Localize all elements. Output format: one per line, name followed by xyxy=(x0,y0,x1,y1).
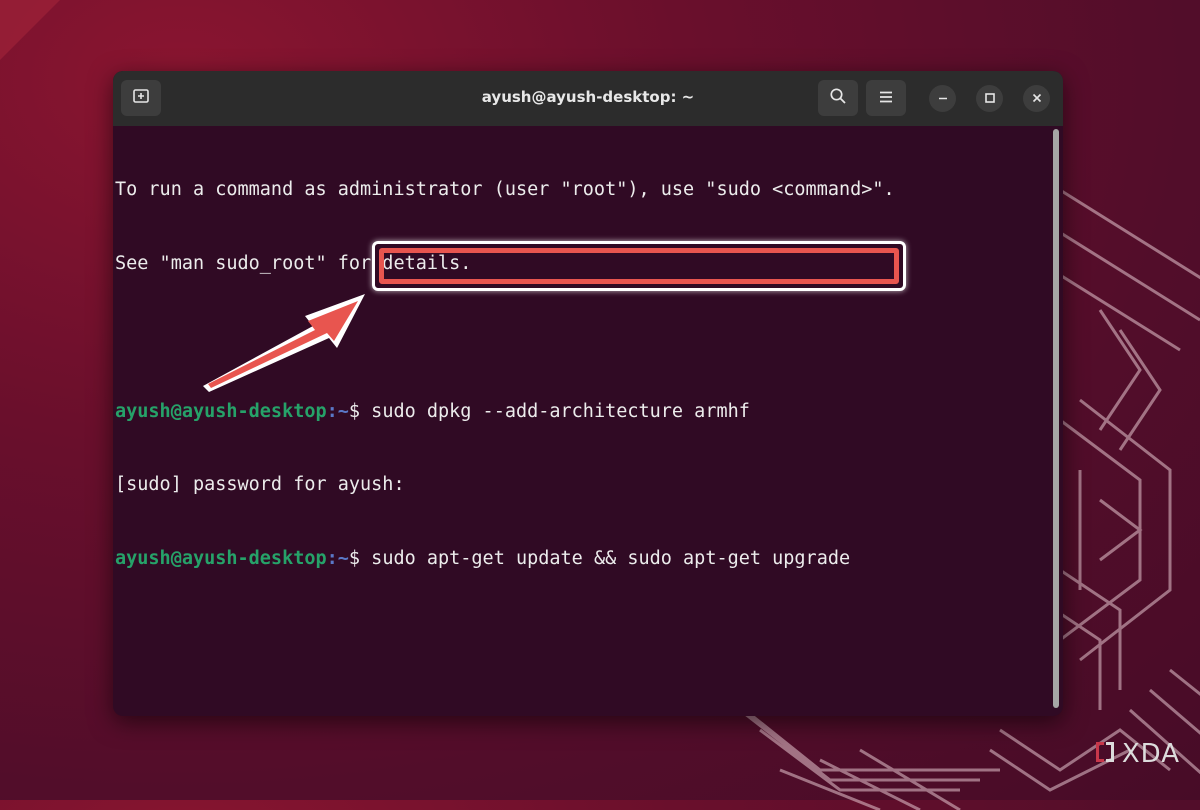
maximize-icon xyxy=(984,89,996,108)
prompt-path: :~ xyxy=(326,400,349,422)
minimize-button[interactable] xyxy=(929,85,956,112)
terminal-line: To run a command as administrator (user … xyxy=(115,178,1051,203)
xda-logo-icon xyxy=(1092,738,1118,770)
terminal-line: ayush@ayush-desktop:~$ sudo dpkg --add-a… xyxy=(115,400,1051,425)
terminal-line: [sudo] password for ayush: xyxy=(115,473,1051,498)
terminal-window: ayush@ayush-desktop: ~ To run a command … xyxy=(113,71,1063,716)
terminal-output[interactable]: To run a command as administrator (user … xyxy=(113,126,1051,716)
title-bar: ayush@ayush-desktop: ~ xyxy=(113,71,1063,126)
close-button[interactable] xyxy=(1023,85,1050,112)
xda-watermark: XDA xyxy=(1092,738,1180,770)
terminal-line: ayush@ayush-desktop:~$ sudo apt-get upda… xyxy=(115,547,1051,572)
highlight-box-inner xyxy=(379,248,899,284)
highlight-box xyxy=(372,241,906,291)
command-text: $ sudo apt-get update && sudo apt-get up… xyxy=(348,548,851,570)
command-text: $ sudo dpkg --add-architecture armhf xyxy=(348,400,750,422)
close-icon xyxy=(1031,89,1043,108)
watermark-text: XDA xyxy=(1121,739,1180,769)
search-button[interactable] xyxy=(818,80,858,116)
hamburger-menu-icon xyxy=(878,89,894,108)
annotation-arrow xyxy=(203,294,365,392)
prompt-user: ayush@ayush-desktop xyxy=(115,400,327,422)
terminal-text: To run a command as administrator (user … xyxy=(115,179,895,201)
prompt-user: ayush@ayush-desktop xyxy=(115,548,327,570)
scrollbar[interactable] xyxy=(1053,129,1059,708)
minimize-icon xyxy=(937,89,949,108)
menu-button[interactable] xyxy=(866,80,906,116)
terminal-text: [sudo] password for ayush: xyxy=(115,474,405,496)
maximize-button[interactable] xyxy=(976,85,1003,112)
wallpaper-corner xyxy=(0,0,60,60)
search-icon xyxy=(829,87,847,109)
window-title: ayush@ayush-desktop: ~ xyxy=(481,88,695,106)
prompt-path: :~ xyxy=(326,548,349,570)
